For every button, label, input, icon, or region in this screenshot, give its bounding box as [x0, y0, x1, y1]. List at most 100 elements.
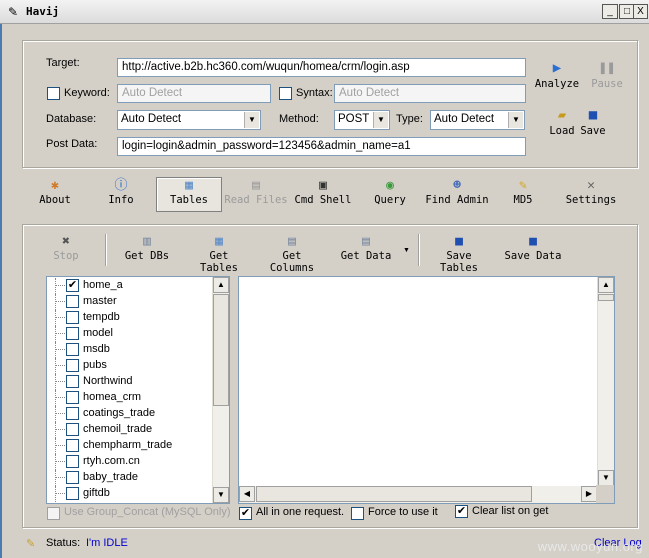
load-button[interactable]: ▰ Load: [546, 107, 578, 137]
tree-item-checkbox[interactable]: [66, 471, 79, 484]
tab-query[interactable]: ◉ Query: [372, 178, 408, 212]
get-data-dropdown-arrow-icon[interactable]: ▼: [403, 247, 410, 254]
tree-item[interactable]: coatings_trade: [47, 406, 213, 422]
tree-item-label: coatings_trade: [83, 407, 156, 419]
tree-item[interactable]: chemoil_trade: [47, 422, 213, 438]
list-vertical-scrollbar[interactable]: ▲ ▼: [597, 277, 614, 486]
stop-label: Stop: [53, 250, 79, 262]
tree-item[interactable]: baby_trade: [47, 470, 213, 486]
minimize-button[interactable]: _: [602, 4, 618, 19]
scroll-down-icon[interactable]: ▼: [213, 487, 229, 503]
tab-info[interactable]: ⓘ Info: [104, 178, 138, 212]
scroll-up-icon[interactable]: ▲: [213, 277, 229, 293]
tree-item[interactable]: tempdb: [47, 310, 213, 326]
tree-item-checkbox[interactable]: [66, 423, 79, 436]
tab-read-files[interactable]: ▤ Read Files: [224, 178, 288, 212]
save-data-button[interactable]: ■ Save Data: [504, 234, 562, 268]
scroll-up-icon[interactable]: ▲: [598, 277, 614, 293]
list-horizontal-scrollbar[interactable]: ◀ ▶: [239, 486, 597, 503]
force-use-checkbox[interactable]: [351, 507, 364, 520]
columns-icon: ▤: [288, 234, 296, 249]
tree-item[interactable]: chempharm_trade: [47, 438, 213, 454]
tree-connector-dots: [55, 493, 65, 494]
tree-item-checkbox[interactable]: [66, 391, 79, 404]
tab-about-label: About: [39, 194, 71, 206]
syntax-input[interactable]: Auto Detect: [334, 84, 526, 103]
tree-item[interactable]: rtyh.com.cn: [47, 454, 213, 470]
force-use-label: Force to use it: [368, 506, 438, 518]
save-button[interactable]: ■ Save: [578, 107, 608, 137]
postdata-input[interactable]: login=login&admin_password=123456&admin_…: [117, 137, 526, 156]
tree-item[interactable]: master: [47, 294, 213, 310]
target-url-input[interactable]: http://active.b2b.hc360.com/wuqun/homea/…: [117, 58, 526, 77]
chevron-down-icon[interactable]: ▼: [373, 112, 388, 128]
clear-list-checkbox[interactable]: ✔: [455, 505, 468, 518]
type-select[interactable]: Auto Detect ▼: [430, 110, 525, 130]
tree-item-checkbox[interactable]: [66, 487, 79, 500]
tree-item-checkbox[interactable]: [66, 343, 79, 356]
tree-item-checkbox[interactable]: [66, 359, 79, 372]
tree-item-checkbox[interactable]: [66, 407, 79, 420]
scroll-thumb[interactable]: [213, 294, 229, 406]
tab-md5[interactable]: ✎ MD5: [511, 178, 535, 212]
tab-cmd-shell[interactable]: ▣ Cmd Shell: [294, 178, 352, 212]
tree-item[interactable]: pubs: [47, 358, 213, 374]
tree-connector-dots: [55, 429, 65, 430]
tab-tables[interactable]: ▦ Tables: [156, 177, 222, 212]
play-icon: ▶: [552, 60, 562, 76]
tree-item[interactable]: model: [47, 326, 213, 342]
tab-settings[interactable]: ✕ Settings: [564, 178, 618, 212]
tree-item-checkbox[interactable]: [66, 327, 79, 340]
tree-item-checkbox[interactable]: [66, 375, 79, 388]
method-select[interactable]: POST ▼: [334, 110, 390, 130]
tree-item-label: tempdb: [83, 311, 120, 323]
scroll-left-icon[interactable]: ◀: [239, 486, 255, 502]
tree-item-checkbox[interactable]: ✔: [66, 279, 79, 292]
results-list-pane[interactable]: ▲ ▼ ◀ ▶: [238, 276, 615, 504]
tree-item-checkbox[interactable]: [66, 455, 79, 468]
get-dbs-button[interactable]: ▥ Get DBs: [124, 234, 170, 268]
scroll-thumb[interactable]: [598, 294, 614, 301]
tree-item-checkbox[interactable]: [66, 311, 79, 324]
stop-button[interactable]: ✖ Stop: [50, 234, 82, 268]
tab-find-admin-label: Find Admin: [425, 194, 489, 206]
database-tree[interactable]: ✔ home_a master tempdb model msdb pubs Northwin…: [46, 276, 230, 504]
keyword-checkbox[interactable]: [47, 87, 60, 100]
get-columns-button[interactable]: ▤ Get Columns: [258, 234, 326, 274]
type-select-value: Auto Detect: [434, 113, 495, 125]
tree-connector-line: [55, 486, 56, 502]
all-in-one-checkbox[interactable]: ✔: [239, 507, 252, 520]
keyword-input[interactable]: Auto Detect: [117, 84, 271, 103]
database-select[interactable]: Auto Detect ▼: [117, 110, 261, 130]
close-button[interactable]: X: [633, 4, 648, 19]
tree-vertical-scrollbar[interactable]: ▲ ▼: [212, 277, 229, 503]
tree-item[interactable]: giftdb: [47, 486, 213, 502]
tree-item[interactable]: homea_crm: [47, 390, 213, 406]
tree-item-checkbox[interactable]: [66, 439, 79, 452]
tab-about[interactable]: ✱ About: [36, 178, 74, 212]
pause-button[interactable]: ❚❚ Pause: [588, 60, 626, 90]
tree-item[interactable]: Northwind: [47, 374, 213, 390]
tab-find-admin[interactable]: ☻ Find Admin: [425, 178, 489, 212]
group-concat-checkbox[interactable]: [47, 507, 60, 520]
save-tables-button[interactable]: ■ Save Tables: [425, 234, 493, 274]
get-dbs-label: Get DBs: [124, 250, 170, 262]
tree-item[interactable]: ✔ home_a: [47, 278, 213, 294]
get-data-button[interactable]: ▤ Get Data: [340, 234, 392, 268]
analyze-button[interactable]: ▶ Analyze: [534, 60, 580, 90]
tree-item-label: msdb: [83, 343, 110, 355]
chevron-down-icon[interactable]: ▼: [244, 112, 259, 128]
syntax-checkbox[interactable]: [279, 87, 292, 100]
tree-item-checkbox[interactable]: [66, 295, 79, 308]
scroll-right-icon[interactable]: ▶: [581, 486, 597, 502]
tree-connector-dots: [55, 333, 65, 334]
chevron-down-icon[interactable]: ▼: [508, 112, 523, 128]
get-tables-button[interactable]: ▦ Get Tables: [188, 234, 250, 274]
table-icon: ▦: [215, 234, 223, 249]
toolbar-separator: [418, 234, 420, 266]
scroll-thumb[interactable]: [256, 486, 532, 502]
scroll-down-icon[interactable]: ▼: [598, 470, 614, 486]
tree-connector-dots: [55, 477, 65, 478]
tree-item[interactable]: msdb: [47, 342, 213, 358]
tree-connector-dots: [55, 397, 65, 398]
